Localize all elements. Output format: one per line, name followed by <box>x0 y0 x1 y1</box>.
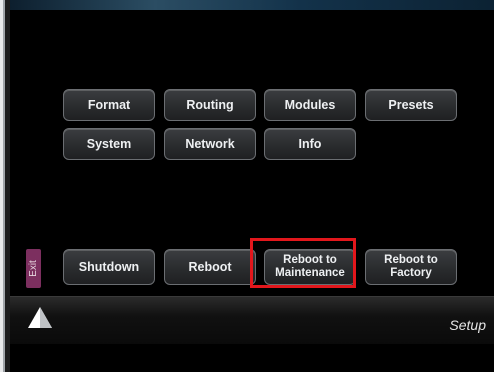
top-banner-strip <box>10 0 494 10</box>
reboot-button[interactable]: Reboot <box>164 249 256 285</box>
system-button[interactable]: System <box>63 128 155 160</box>
bottom-strip <box>10 344 494 372</box>
window-left-border <box>0 0 10 372</box>
network-button[interactable]: Network <box>164 128 256 160</box>
shutdown-button[interactable]: Shutdown <box>63 249 155 285</box>
exit-tab[interactable]: Exit <box>26 249 41 288</box>
bottom-navigation-bar: Setup <box>10 296 494 345</box>
screen-title: Setup <box>449 317 486 333</box>
format-button[interactable]: Format <box>63 89 155 121</box>
reboot-to-factory-button[interactable]: Reboot to Factory <box>365 249 457 285</box>
selection-highlight <box>250 238 356 288</box>
modules-button[interactable]: Modules <box>264 89 356 121</box>
routing-button[interactable]: Routing <box>164 89 256 121</box>
presets-button[interactable]: Presets <box>365 89 457 121</box>
home-triangle-icon[interactable] <box>26 303 54 331</box>
exit-label: Exit <box>28 260 40 277</box>
info-button[interactable]: Info <box>264 128 356 160</box>
